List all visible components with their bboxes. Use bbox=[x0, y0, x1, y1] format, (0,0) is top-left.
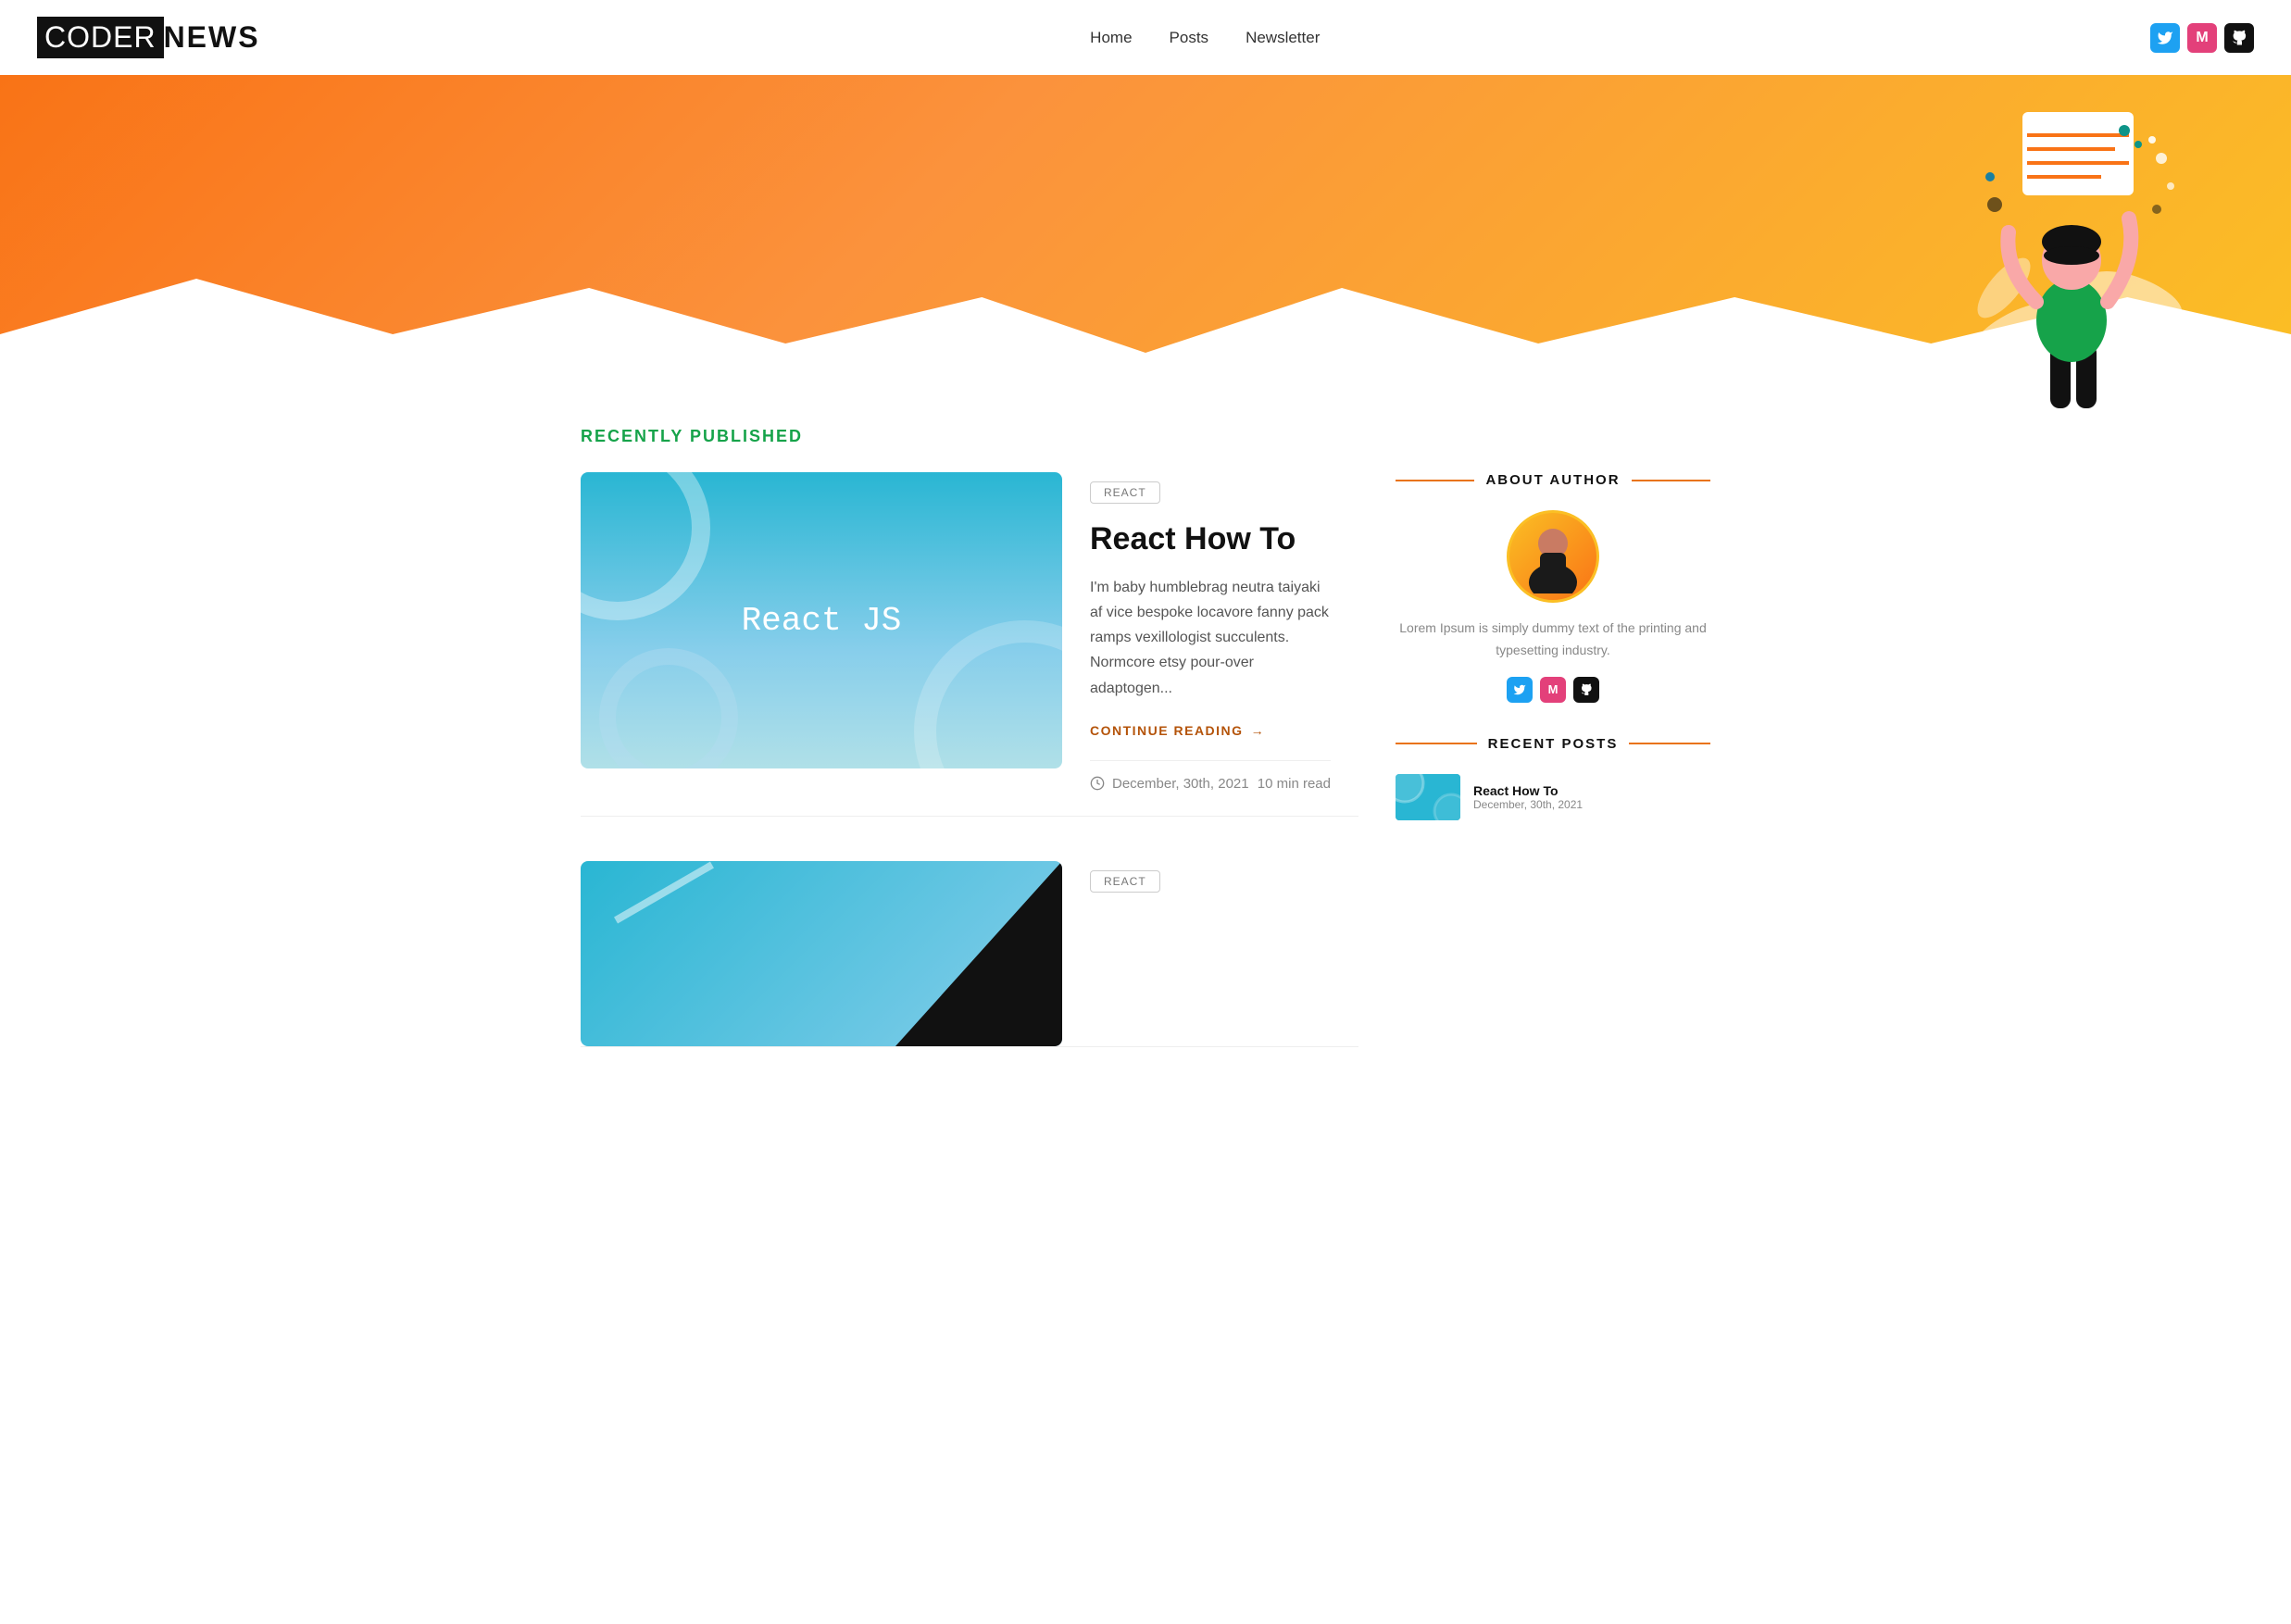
stripe-deco bbox=[614, 861, 714, 923]
arrow-right-icon: → bbox=[1251, 723, 1266, 738]
author-bio: Lorem Ipsum is simply dummy text of the … bbox=[1396, 618, 1710, 662]
continue-reading-label-1: CONTINUE READING bbox=[1090, 723, 1244, 738]
recent-title-line-right bbox=[1629, 743, 1710, 744]
post-card-2: REACT bbox=[581, 861, 1358, 1047]
triangle-deco bbox=[895, 861, 1062, 1046]
recent-post-item-1: React How To December, 30th, 2021 bbox=[1396, 774, 1710, 820]
author-github-icon[interactable] bbox=[1573, 677, 1599, 703]
hero-section bbox=[0, 75, 2291, 390]
post-content-1: REACT React How To I'm baby humblebrag n… bbox=[1062, 472, 1358, 816]
github-icon[interactable] bbox=[2224, 23, 2254, 53]
logo[interactable]: CODER NEWS bbox=[37, 17, 260, 58]
posts-column: React JS REACT React How To I'm baby hum… bbox=[581, 472, 1358, 1092]
sidebar: ABOUT AUTHOR Lorem Ipsum is simply dummy… bbox=[1396, 472, 1710, 1092]
nav-posts[interactable]: Posts bbox=[1170, 29, 1209, 47]
header: CODER NEWS Home Posts Newsletter M bbox=[0, 0, 2291, 75]
post-date-text-1: December, 30th, 2021 bbox=[1112, 776, 1249, 792]
logo-news: NEWS bbox=[164, 20, 260, 55]
post-card-1: React JS REACT React How To I'm baby hum… bbox=[581, 472, 1358, 817]
post-excerpt-1: I'm baby humblebrag neutra taiyaki af vi… bbox=[1090, 575, 1331, 701]
post-image-title-1: React JS bbox=[742, 602, 902, 640]
recent-post-thumb-1 bbox=[1396, 774, 1460, 820]
title-line-left bbox=[1396, 480, 1474, 481]
main-container: RECENTLY PUBLISHED React JS REACT React … bbox=[544, 427, 1747, 1092]
title-line-right bbox=[1632, 480, 1710, 481]
about-author-section: ABOUT AUTHOR Lorem Ipsum is simply dummy… bbox=[1396, 472, 1710, 703]
content-grid: React JS REACT React How To I'm baby hum… bbox=[581, 472, 1710, 1092]
recent-posts-section: RECENT POSTS React How To December, 30th… bbox=[1396, 736, 1710, 820]
recent-posts-title: RECENT POSTS bbox=[1396, 736, 1710, 752]
twitter-icon[interactable] bbox=[2150, 23, 2180, 53]
post-meta-1: December, 30th, 2021 10 min read bbox=[1090, 760, 1331, 806]
continue-reading-1[interactable]: CONTINUE READING → bbox=[1090, 723, 1265, 738]
post-date-1: December, 30th, 2021 bbox=[1090, 776, 1249, 792]
post-image-2 bbox=[581, 861, 1062, 1046]
post-tag-2: REACT bbox=[1090, 870, 1160, 893]
post-title-1: React How To bbox=[1090, 520, 1331, 558]
circle-deco-3 bbox=[599, 648, 738, 768]
author-medium-icon[interactable]: M bbox=[1540, 677, 1566, 703]
post-image-1: React JS bbox=[581, 472, 1062, 768]
post-read-time-1: 10 min read bbox=[1258, 776, 1331, 792]
clock-icon bbox=[1090, 776, 1105, 791]
recent-post-info-1: React How To December, 30th, 2021 bbox=[1473, 783, 1583, 811]
circle-deco-2 bbox=[914, 620, 1062, 768]
author-avatar bbox=[1507, 510, 1599, 603]
recent-title-line-left bbox=[1396, 743, 1477, 744]
about-author-label: ABOUT AUTHOR bbox=[1485, 472, 1620, 488]
circle-deco-1 bbox=[581, 472, 710, 620]
hero-illustration bbox=[1939, 56, 2198, 431]
recently-published-label: RECENTLY PUBLISHED bbox=[581, 427, 1710, 446]
medium-icon[interactable]: M bbox=[2187, 23, 2217, 53]
recent-post-date-1: December, 30th, 2021 bbox=[1473, 798, 1583, 811]
header-social-icons: M bbox=[2150, 23, 2254, 53]
main-nav: Home Posts Newsletter bbox=[1090, 29, 1320, 47]
recent-post-title-1[interactable]: React How To bbox=[1473, 783, 1583, 798]
recent-posts-label: RECENT POSTS bbox=[1488, 736, 1619, 752]
author-twitter-icon[interactable] bbox=[1507, 677, 1533, 703]
logo-coder: CODER bbox=[37, 17, 164, 58]
post-content-2: REACT bbox=[1062, 861, 1358, 918]
about-author-title: ABOUT AUTHOR bbox=[1396, 472, 1710, 488]
nav-home[interactable]: Home bbox=[1090, 29, 1132, 47]
author-socials: M bbox=[1396, 677, 1710, 703]
nav-newsletter[interactable]: Newsletter bbox=[1246, 29, 1320, 47]
post-tag-1: REACT bbox=[1090, 481, 1160, 504]
